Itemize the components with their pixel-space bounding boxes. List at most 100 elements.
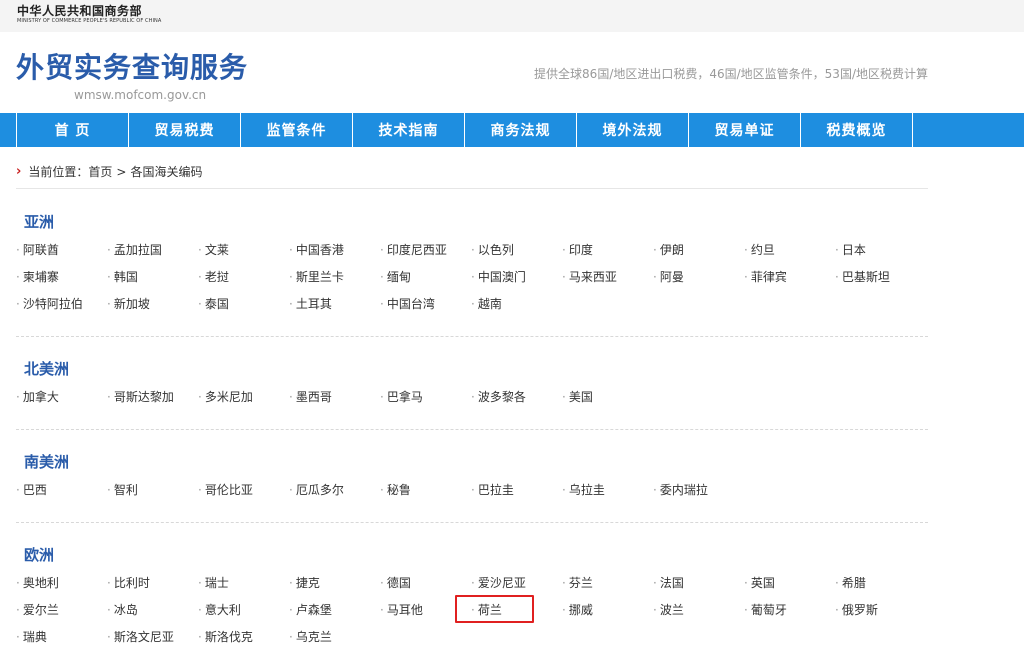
bullet-icon: · [471, 270, 475, 284]
bullet-icon: · [562, 390, 566, 404]
country-link[interactable]: · 英国 [744, 575, 835, 591]
country-name: 乌克兰 [295, 630, 332, 644]
country-link[interactable]: · 瑞士 [198, 575, 289, 591]
country-link[interactable]: · 爱沙尼亚 [471, 575, 562, 591]
country-link[interactable]: · 奥地利 [16, 575, 107, 591]
country-link[interactable]: · 越南 [471, 296, 562, 312]
country-link[interactable]: · 以色列 [471, 242, 562, 258]
country-link[interactable]: · 印度 [562, 242, 653, 258]
country-link[interactable]: · 老挝 [198, 269, 289, 285]
nav-item-2[interactable]: 监管条件 [241, 113, 353, 147]
site-title[interactable]: 外贸实务查询服务 [16, 51, 248, 85]
country-link[interactable]: · 委内瑞拉 [653, 482, 744, 498]
country-link[interactable]: · 斯洛文尼亚 [107, 629, 198, 645]
country-link[interactable]: · 孟加拉国 [107, 242, 198, 258]
country-link[interactable]: · 哥斯达黎加 [107, 389, 198, 405]
country-name: 越南 [477, 297, 502, 311]
country-link[interactable]: · 比利时 [107, 575, 198, 591]
country-link[interactable]: · 波多黎各 [471, 389, 562, 405]
country-link[interactable]: · 韩国 [107, 269, 198, 285]
country-link[interactable]: · 泰国 [198, 296, 289, 312]
country-name: 泰国 [204, 297, 229, 311]
nav-item-3[interactable]: 技术指南 [353, 113, 465, 147]
country-link[interactable]: · 厄瓜多尔 [289, 482, 380, 498]
bullet-icon: · [16, 576, 20, 590]
country-link[interactable]: · 土耳其 [289, 296, 380, 312]
country-link[interactable]: · 阿曼 [653, 269, 744, 285]
nav-item-0[interactable]: 首 页 [17, 113, 129, 147]
country-link[interactable]: · 多米尼加 [198, 389, 289, 405]
country-name: 韩国 [113, 270, 138, 284]
country-link[interactable]: · 墨西哥 [289, 389, 380, 405]
nav-item-6[interactable]: 贸易单证 [689, 113, 801, 147]
country-link[interactable]: · 加拿大 [16, 389, 107, 405]
bullet-icon: · [107, 603, 111, 617]
breadcrumb-home-link[interactable]: 首页 [88, 163, 112, 181]
country-link[interactable]: · 伊朗 [653, 242, 744, 258]
country-link[interactable]: · 美国 [562, 389, 653, 405]
country-link[interactable]: · 中国台湾 [380, 296, 471, 312]
country-link[interactable]: · 芬兰 [562, 575, 653, 591]
bullet-icon: · [562, 243, 566, 257]
country-link[interactable]: · 卢森堡 [289, 602, 380, 618]
nav-item-4[interactable]: 商务法规 [465, 113, 577, 147]
country-link[interactable]: · 中国香港 [289, 242, 380, 258]
country-link[interactable]: · 挪威 [562, 602, 653, 618]
region-title: 南美洲 [24, 453, 70, 471]
country-name: 巴基斯坦 [841, 270, 890, 284]
bullet-icon: · [835, 603, 839, 617]
country-link[interactable]: · 约旦 [744, 242, 835, 258]
ministry-logo[interactable]: 中华人民共和国商务部 MINISTRY OF COMMERCE PEOPLE'S… [17, 4, 161, 25]
bullet-icon: · [653, 576, 657, 590]
country-link[interactable]: · 缅甸 [380, 269, 471, 285]
bullet-icon: · [107, 243, 111, 257]
country-link[interactable]: · 巴西 [16, 482, 107, 498]
country-link[interactable]: · 中国澳门 [471, 269, 562, 285]
bullet-icon: · [107, 483, 111, 497]
bullet-icon: · [198, 630, 202, 644]
bullet-icon: · [289, 576, 293, 590]
nav-item-1[interactable]: 贸易税费 [129, 113, 241, 147]
country-name: 以色列 [477, 243, 514, 257]
country-link[interactable]: · 巴基斯坦 [835, 269, 926, 285]
country-link[interactable]: · 乌克兰 [289, 629, 380, 645]
country-link[interactable]: · 阿联酋 [16, 242, 107, 258]
country-link[interactable]: · 捷克 [289, 575, 380, 591]
nav-item-5[interactable]: 境外法规 [577, 113, 689, 147]
country-link[interactable]: · 印度尼西亚 [380, 242, 471, 258]
country-link[interactable]: · 哥伦比亚 [198, 482, 289, 498]
country-link[interactable]: · 沙特阿拉伯 [16, 296, 107, 312]
region-title: 亚洲 [24, 213, 55, 231]
country-link[interactable]: · 希腊 [835, 575, 926, 591]
country-name: 菲律宾 [750, 270, 787, 284]
country-link[interactable]: · 葡萄牙 [744, 602, 835, 618]
country-link[interactable]: · 巴拉圭 [471, 482, 562, 498]
country-link[interactable]: · 智利 [107, 482, 198, 498]
country-name: 日本 [841, 243, 866, 257]
country-link[interactable]: · 意大利 [198, 602, 289, 618]
country-link[interactable]: · 马耳他 [380, 602, 471, 618]
country-link[interactable]: · 日本 [835, 242, 926, 258]
nav-item-7[interactable]: 税费概览 [801, 113, 913, 147]
country-link[interactable]: · 爱尔兰 [16, 602, 107, 618]
country-link[interactable]: · 秘鲁 [380, 482, 471, 498]
country-link[interactable]: · 法国 [653, 575, 744, 591]
country-link[interactable]: · 瑞典 [16, 629, 107, 645]
country-link[interactable]: · 乌拉圭 [562, 482, 653, 498]
country-link[interactable]: · 菲律宾 [744, 269, 835, 285]
country-link[interactable]: · 马来西亚 [562, 269, 653, 285]
country-name: 法国 [659, 576, 684, 590]
country-link[interactable]: · 文莱 [198, 242, 289, 258]
country-link[interactable]: · 斯洛伐克 [198, 629, 289, 645]
bullet-icon: · [380, 576, 384, 590]
country-link[interactable]: · 德国 [380, 575, 471, 591]
country-link[interactable]: · 柬埔寨 [16, 269, 107, 285]
country-link[interactable]: · 俄罗斯 [835, 602, 926, 618]
country-link[interactable]: · 波兰 [653, 602, 744, 618]
country-link[interactable]: · 冰岛 [107, 602, 198, 618]
country-link[interactable]: · 斯里兰卡 [289, 269, 380, 285]
country-link[interactable]: · 巴拿马 [380, 389, 471, 405]
country-link[interactable]: · 荷兰 [471, 602, 562, 618]
bullet-icon: · [471, 390, 475, 404]
country-link[interactable]: · 新加坡 [107, 296, 198, 312]
